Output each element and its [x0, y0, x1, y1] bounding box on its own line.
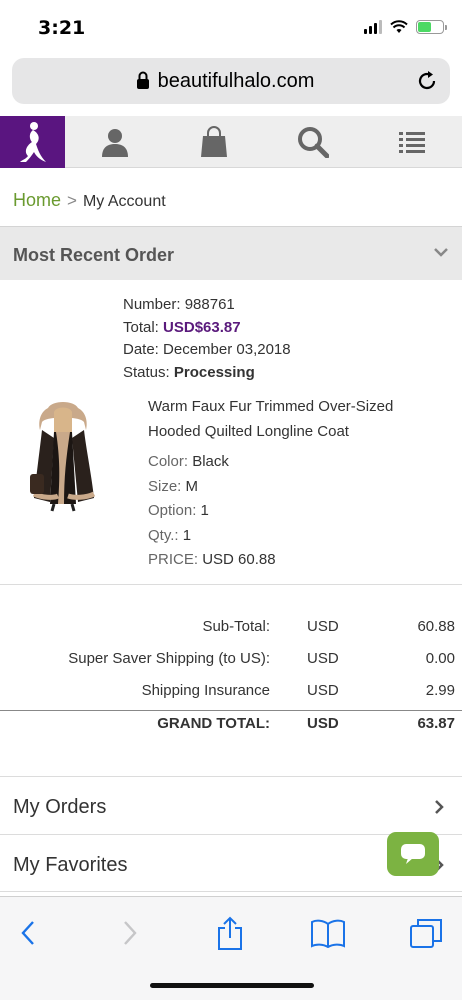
product-color: Black	[192, 453, 229, 470]
shipping-amount: 0.00	[425, 650, 455, 667]
order-total-row: Total: USD$63.87	[123, 317, 291, 340]
chevron-right-icon	[435, 800, 444, 814]
chevron-down-icon	[434, 248, 448, 257]
breadcrumb-home-link[interactable]: Home	[13, 190, 61, 210]
subtotal-currency: USD	[307, 618, 339, 635]
home-indicator	[150, 983, 314, 988]
product-qty-row: Qty.: 1	[148, 524, 448, 549]
order-summary: Number: 988761 Total: USD$63.87 Date: De…	[123, 294, 291, 384]
breadcrumb-separator: >	[67, 191, 77, 210]
subtotal-label: Sub-Total:	[202, 618, 270, 635]
product-price-label: PRICE:	[148, 551, 199, 568]
status-bar: 3:21	[0, 0, 462, 56]
shipping-currency: USD	[307, 650, 339, 667]
product-name-line-1: Warm Faux Fur Trimmed Over-Sized	[148, 398, 394, 415]
address-bar[interactable]: beautifulhalo.com	[12, 58, 450, 104]
my-favorites-label: My Favorites	[13, 854, 128, 876]
site-header	[0, 116, 462, 168]
logo-figure-icon	[19, 122, 46, 162]
product-qty-label: Qty.:	[148, 526, 179, 544]
grand-total-label: GRAND TOTAL:	[157, 715, 270, 732]
breadcrumb: Home > My Account	[13, 190, 166, 211]
product-name-line-2: Hooded Quilted Longline Coat	[148, 423, 349, 440]
order-number-label: Number:	[123, 296, 181, 313]
order-date-label: Date:	[123, 341, 159, 358]
product-image[interactable]	[26, 398, 100, 512]
order-total: USD$63.87	[163, 318, 241, 336]
subtotal-row: Sub-Total: USD 60.88	[0, 614, 462, 646]
product-price-row: PRICE: USD 60.88	[148, 548, 448, 573]
product-option-label: Option:	[148, 502, 197, 519]
product-color-label: Color:	[148, 453, 189, 470]
product-qty: 1	[182, 526, 192, 544]
order-date: December 03,2018	[163, 341, 291, 358]
menu-icon	[399, 132, 425, 153]
tabs-icon	[410, 919, 442, 948]
my-orders-label: My Orders	[13, 796, 107, 818]
shipping-row: Super Saver Shipping (to US): USD 0.00	[0, 646, 462, 678]
insurance-amount: 2.99	[425, 682, 455, 699]
product-size: M	[185, 477, 199, 495]
order-date-row: Date: December 03,2018	[123, 339, 291, 362]
share-icon	[218, 916, 242, 950]
breadcrumb-current: My Account	[82, 193, 166, 210]
shipping-label: Super Saver Shipping (to US):	[68, 650, 270, 667]
order-status-label: Status:	[123, 363, 170, 381]
search-nav-button[interactable]	[273, 116, 353, 168]
forward-button[interactable]	[110, 915, 150, 951]
insurance-label: Shipping Insurance	[141, 682, 270, 699]
product-option-row: Option: 1	[148, 499, 448, 524]
order-number-row: Number: 988761	[123, 294, 291, 317]
back-icon	[21, 921, 34, 945]
product-color-row: Color: Black	[148, 450, 448, 475]
grand-total-row: GRAND TOTAL: USD 63.87	[0, 710, 462, 742]
account-nav-button[interactable]	[75, 116, 155, 168]
insurance-row: Shipping Insurance USD 2.99	[0, 678, 462, 710]
cell-signal-icon	[364, 20, 382, 34]
back-button[interactable]	[8, 915, 48, 951]
search-icon	[298, 127, 329, 158]
tabs-button[interactable]	[406, 915, 446, 951]
reload-icon[interactable]	[416, 70, 438, 92]
product-price: USD 60.88	[202, 551, 276, 568]
subtotal-amount: 60.88	[417, 618, 455, 635]
bag-icon	[201, 126, 227, 157]
bookmarks-button[interactable]	[308, 915, 348, 951]
url-text: beautifulhalo.com	[157, 70, 315, 92]
status-time: 3:21	[38, 17, 86, 39]
forward-icon	[124, 921, 137, 945]
status-icons	[364, 20, 447, 34]
grand-total-currency: USD	[307, 715, 339, 732]
site-logo[interactable]	[0, 116, 65, 168]
order-status-row: Status: Processing	[123, 362, 291, 385]
grand-total-amount: 63.87	[417, 715, 455, 732]
chat-button[interactable]	[387, 832, 439, 876]
product-name[interactable]: Warm Faux Fur Trimmed Over-Sized Hooded …	[148, 394, 448, 444]
product-size-row: Size: M	[148, 475, 448, 500]
my-orders-row[interactable]: My Orders	[0, 776, 462, 834]
product-size-label: Size:	[148, 477, 182, 495]
cart-nav-button[interactable]	[174, 116, 254, 168]
order-total-label: Total:	[123, 318, 159, 336]
product-option: 1	[200, 502, 209, 519]
chat-icon	[401, 844, 425, 864]
user-icon	[102, 129, 128, 157]
bookmarks-icon	[311, 919, 345, 948]
order-status: Processing	[173, 363, 255, 381]
most-recent-order-header[interactable]: Most Recent Order	[0, 226, 462, 280]
divider	[0, 584, 462, 585]
wifi-icon	[390, 20, 408, 33]
battery-icon	[416, 20, 447, 34]
insurance-currency: USD	[307, 682, 339, 699]
product-details: Warm Faux Fur Trimmed Over-Sized Hooded …	[148, 394, 448, 573]
share-button[interactable]	[210, 915, 250, 951]
section-title: Most Recent Order	[13, 245, 175, 265]
order-number: 988761	[184, 296, 235, 313]
order-totals: Sub-Total: USD 60.88 Super Saver Shippin…	[0, 614, 462, 742]
menu-nav-button[interactable]	[372, 116, 452, 168]
